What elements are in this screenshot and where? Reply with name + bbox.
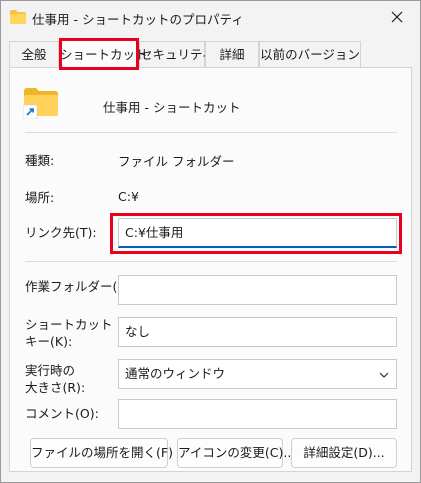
advanced-button[interactable]: 詳細設定(D)... [291, 438, 397, 468]
start-in-input[interactable] [118, 275, 397, 305]
run-label-line2: 大きさ(R): [25, 380, 86, 395]
tab-previous-versions[interactable]: 以前のバージョン [259, 41, 361, 67]
title-bar: 仕事用 - ショートカットのプロパティ [1, 1, 420, 33]
tab-details[interactable]: 詳細 [205, 41, 259, 67]
chevron-down-icon [379, 372, 389, 378]
folder-icon [10, 10, 26, 24]
type-value: ファイル フォルダー [118, 154, 235, 169]
shortcut-name: 仕事用 - ショートカット [103, 100, 241, 115]
separator [25, 132, 397, 133]
shortcut-key-input[interactable]: なし [118, 317, 397, 347]
close-button[interactable] [374, 1, 420, 33]
type-label: 種類: [25, 153, 55, 168]
tab-strip: 全般 ショートカット セキュリティ 詳細 以前のバージョン [1, 39, 420, 68]
properties-window: 仕事用 - ショートカットのプロパティ 全般 ショートカット セキュリティ 詳細… [0, 0, 421, 483]
open-file-location-button[interactable]: ファイルの場所を開く(F) [30, 438, 173, 468]
target-label: リンク先(T): [25, 225, 97, 240]
comment-label: コメント(O): [25, 406, 99, 421]
run-select-value: 通常のウィンドウ [125, 366, 226, 381]
location-value: C:¥ [118, 189, 139, 204]
change-icon-button[interactable]: アイコンの変更(C)... [177, 438, 295, 468]
close-icon [391, 11, 403, 23]
location-label: 場所: [25, 190, 55, 205]
tab-general[interactable]: 全般 [9, 41, 59, 67]
shortcut-key-label-line2: キー(K): [25, 334, 73, 349]
separator [25, 261, 397, 262]
window-title: 仕事用 - ショートカットのプロパティ [32, 12, 244, 27]
run-select[interactable]: 通常のウィンドウ [118, 359, 397, 389]
folder-shortcut-icon [23, 88, 58, 119]
comment-input[interactable] [118, 399, 397, 429]
tab-shortcut[interactable]: ショートカット [59, 39, 148, 68]
tab-security[interactable]: セキュリティ [139, 41, 214, 67]
target-input[interactable]: C:¥仕事用 [118, 218, 397, 248]
